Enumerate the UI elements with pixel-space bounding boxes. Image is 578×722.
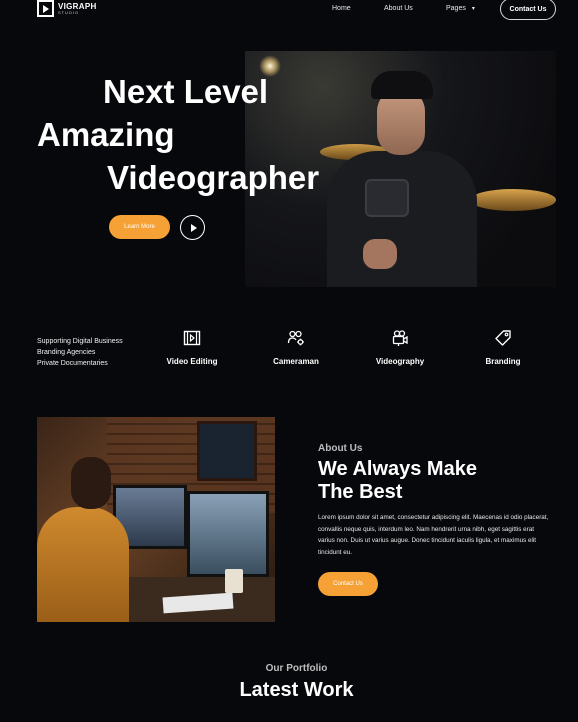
portfolio-tag: Our Portfolio (265, 663, 328, 674)
logo-subtitle: STUDIO (58, 9, 80, 15)
about-contact-button[interactable]: Contact Us (318, 572, 378, 596)
service-cameraman[interactable]: Cameraman (251, 329, 341, 366)
feature-list-item: Branding Agencies (37, 349, 96, 356)
top-navbar: VIGRAPH STUDIO Home About Us Pages ▾ Con… (0, 0, 578, 20)
nav-link-home[interactable]: Home (332, 5, 351, 12)
service-label: Branding (485, 357, 521, 366)
about-tag: About Us (318, 443, 363, 454)
feature-list: Supporting Digital Business Branding Age… (37, 336, 123, 369)
play-icon (190, 223, 197, 232)
service-video-editing[interactable]: Video Editing (147, 329, 237, 366)
studio-image (37, 417, 275, 622)
hero-title-line-1: Next Level (103, 73, 269, 110)
film-icon (183, 330, 201, 346)
logo[interactable]: VIGRAPH STUDIO (37, 0, 97, 17)
video-camera-icon (392, 330, 408, 346)
service-label: Videography (375, 357, 425, 366)
learn-more-button[interactable]: Learn More (109, 215, 170, 239)
service-label: Cameraman (273, 357, 319, 366)
hero-title-line-3: Videographer (107, 159, 320, 196)
play-button[interactable] (180, 215, 205, 240)
chevron-down-icon: ▾ (471, 6, 475, 12)
about-description: Lorem ipsum dolor sit amet, consectetur … (318, 514, 549, 556)
people-gear-icon (287, 330, 304, 346)
play-logo-icon (37, 0, 54, 17)
nav-link-pages[interactable]: Pages ▾ (446, 5, 475, 12)
about-title-line-2: The Best (318, 481, 403, 503)
nav-link-pages-label: Pages (446, 5, 466, 12)
service-videography[interactable]: Videography (355, 329, 445, 366)
hero-title-line-2: Amazing (37, 116, 175, 153)
tag-icon (495, 330, 511, 346)
feature-list-item: Supporting Digital Business (37, 338, 123, 345)
nav-link-about[interactable]: About Us (384, 5, 413, 12)
service-branding[interactable]: Branding (458, 329, 548, 366)
about-title-line-1: We Always Make (318, 458, 477, 480)
portfolio-title: Latest Work (239, 679, 354, 701)
feature-list-item: Private Documentaries (37, 360, 108, 367)
contact-button[interactable]: Contact Us (500, 0, 556, 20)
about-title: We Always Make The Best (318, 458, 477, 504)
service-label: Video Editing (166, 357, 218, 366)
